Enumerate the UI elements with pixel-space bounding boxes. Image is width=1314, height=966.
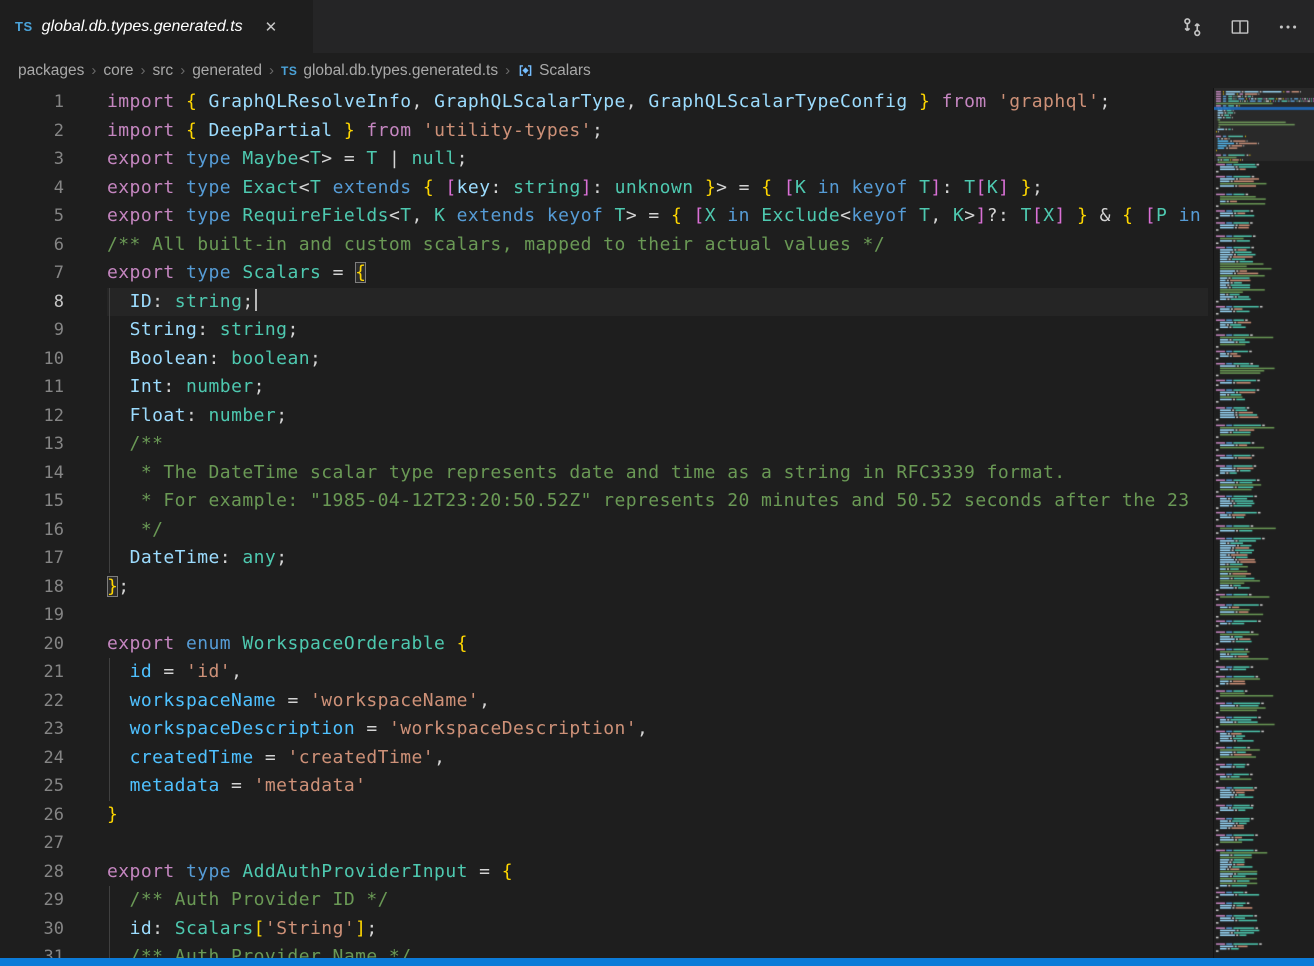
code-line[interactable]: import { GraphQLResolveInfo, GraphQLScal… bbox=[107, 88, 1208, 117]
code-line[interactable]: ID: string; bbox=[107, 288, 1208, 317]
code-line[interactable]: createdTime = 'createdTime', bbox=[107, 744, 1208, 773]
line-number: 10 bbox=[0, 345, 64, 374]
line-number: 28 bbox=[0, 858, 64, 887]
code-line[interactable]: * The DateTime scalar type represents da… bbox=[107, 459, 1208, 488]
line-number: 19 bbox=[0, 601, 64, 630]
line-number: 23 bbox=[0, 715, 64, 744]
line-number: 20 bbox=[0, 630, 64, 659]
code-line[interactable]: }; bbox=[107, 573, 1208, 602]
typescript-file-icon: TS bbox=[281, 64, 297, 78]
code-line[interactable]: */ bbox=[107, 516, 1208, 545]
line-number: 8 bbox=[0, 288, 64, 317]
code-line[interactable] bbox=[107, 829, 1208, 858]
code-line[interactable]: export type Exact<T extends { [key: stri… bbox=[107, 174, 1208, 203]
code-line[interactable]: /** All built-in and custom scalars, map… bbox=[107, 231, 1208, 260]
code-line[interactable]: export type RequireFields<T, K extends k… bbox=[107, 202, 1208, 231]
minimap-canvas[interactable] bbox=[1214, 88, 1314, 958]
breadcrumb-item-src[interactable]: src bbox=[153, 62, 174, 80]
line-number: 9 bbox=[0, 316, 64, 345]
code-line[interactable]: Float: number; bbox=[107, 402, 1208, 431]
chevron-right-icon: › bbox=[141, 62, 146, 79]
line-number: 3 bbox=[0, 145, 64, 174]
status-bar-strip bbox=[0, 958, 1314, 966]
line-number: 30 bbox=[0, 915, 64, 944]
breadcrumb-symbol-scalars[interactable]: Scalars bbox=[517, 62, 591, 80]
code-line[interactable]: id: Scalars['String']; bbox=[107, 915, 1208, 944]
breadcrumb: packages › core › src › generated › TS global.d… bbox=[0, 53, 1314, 88]
code-line[interactable]: /** bbox=[107, 430, 1208, 459]
more-actions-icon[interactable] bbox=[1276, 15, 1300, 39]
chevron-right-icon: › bbox=[505, 62, 510, 79]
line-number: 2 bbox=[0, 117, 64, 146]
line-number: 6 bbox=[0, 231, 64, 260]
text-cursor bbox=[255, 289, 257, 311]
line-number: 21 bbox=[0, 658, 64, 687]
code-line[interactable]: workspaceDescription = 'workspaceDescrip… bbox=[107, 715, 1208, 744]
code-line[interactable]: metadata = 'metadata' bbox=[107, 772, 1208, 801]
minimap[interactable] bbox=[1213, 88, 1314, 958]
line-number: 4 bbox=[0, 174, 64, 203]
line-number: 5 bbox=[0, 202, 64, 231]
code-line[interactable]: export type AddAuthProviderInput = { bbox=[107, 858, 1208, 887]
code-line[interactable] bbox=[107, 601, 1208, 630]
chevron-right-icon: › bbox=[91, 62, 96, 79]
tab-global-db-types-generated[interactable]: TS global.db.types.generated.ts ✕ bbox=[0, 0, 313, 53]
line-number: 1 bbox=[0, 88, 64, 117]
code-line[interactable]: Boolean: boolean; bbox=[107, 345, 1208, 374]
code-line[interactable]: * For example: "1985-04-12T23:20:50.52Z"… bbox=[107, 487, 1208, 516]
line-number: 15 bbox=[0, 487, 64, 516]
code-line[interactable]: } bbox=[107, 801, 1208, 830]
line-number: 24 bbox=[0, 744, 64, 773]
editor-actions bbox=[1180, 0, 1306, 53]
line-number: 31 bbox=[0, 943, 64, 958]
line-number: 13 bbox=[0, 430, 64, 459]
line-number: 11 bbox=[0, 373, 64, 402]
typescript-file-icon: TS bbox=[15, 19, 33, 34]
compare-changes-icon[interactable] bbox=[1180, 15, 1204, 39]
tab-title: global.db.types.generated.ts bbox=[42, 18, 243, 36]
line-number: 7 bbox=[0, 259, 64, 288]
code-line[interactable]: DateTime: any; bbox=[107, 544, 1208, 573]
split-editor-icon[interactable] bbox=[1228, 15, 1252, 39]
line-number: 18 bbox=[0, 573, 64, 602]
line-number: 25 bbox=[0, 772, 64, 801]
line-number: 17 bbox=[0, 544, 64, 573]
code-line[interactable]: String: string; bbox=[107, 316, 1208, 345]
code-line[interactable]: Int: number; bbox=[107, 373, 1208, 402]
line-number: 29 bbox=[0, 886, 64, 915]
chevron-right-icon: › bbox=[269, 62, 274, 79]
breadcrumb-file-label: global.db.types.generated.ts bbox=[303, 62, 498, 80]
code-line[interactable]: import { DeepPartial } from 'utility-typ… bbox=[107, 117, 1208, 146]
code-line[interactable]: export type Maybe<T> = T | null; bbox=[107, 145, 1208, 174]
breadcrumb-item-core[interactable]: core bbox=[103, 62, 133, 80]
code-editor[interactable]: 1234567891011121314151617181920212223242… bbox=[0, 88, 1314, 958]
tab-close-icon[interactable]: ✕ bbox=[262, 16, 281, 38]
chevron-right-icon: › bbox=[180, 62, 185, 79]
breadcrumb-file[interactable]: TS global.db.types.generated.ts bbox=[281, 62, 498, 80]
breadcrumb-symbol-label: Scalars bbox=[539, 62, 591, 80]
line-number: 22 bbox=[0, 687, 64, 716]
breadcrumb-item-packages[interactable]: packages bbox=[18, 62, 84, 80]
code-line[interactable]: id = 'id', bbox=[107, 658, 1208, 687]
line-number-gutter: 1234567891011121314151617181920212223242… bbox=[0, 88, 64, 958]
symbol-structure-icon bbox=[517, 62, 534, 79]
tab-bar: TS global.db.types.generated.ts ✕ bbox=[0, 0, 1314, 53]
line-number: 27 bbox=[0, 829, 64, 858]
code-line[interactable]: export type Scalars = { bbox=[107, 259, 1208, 288]
line-number: 12 bbox=[0, 402, 64, 431]
line-number: 26 bbox=[0, 801, 64, 830]
code-line[interactable]: /** Auth Provider Name */ bbox=[107, 943, 1208, 958]
code-area[interactable]: import { GraphQLResolveInfo, GraphQLScal… bbox=[107, 88, 1208, 958]
code-line[interactable]: workspaceName = 'workspaceName', bbox=[107, 687, 1208, 716]
line-number: 16 bbox=[0, 516, 64, 545]
breadcrumb-item-generated[interactable]: generated bbox=[192, 62, 262, 80]
line-number: 14 bbox=[0, 459, 64, 488]
code-line[interactable]: export enum WorkspaceOrderable { bbox=[107, 630, 1208, 659]
code-line[interactable]: /** Auth Provider ID */ bbox=[107, 886, 1208, 915]
